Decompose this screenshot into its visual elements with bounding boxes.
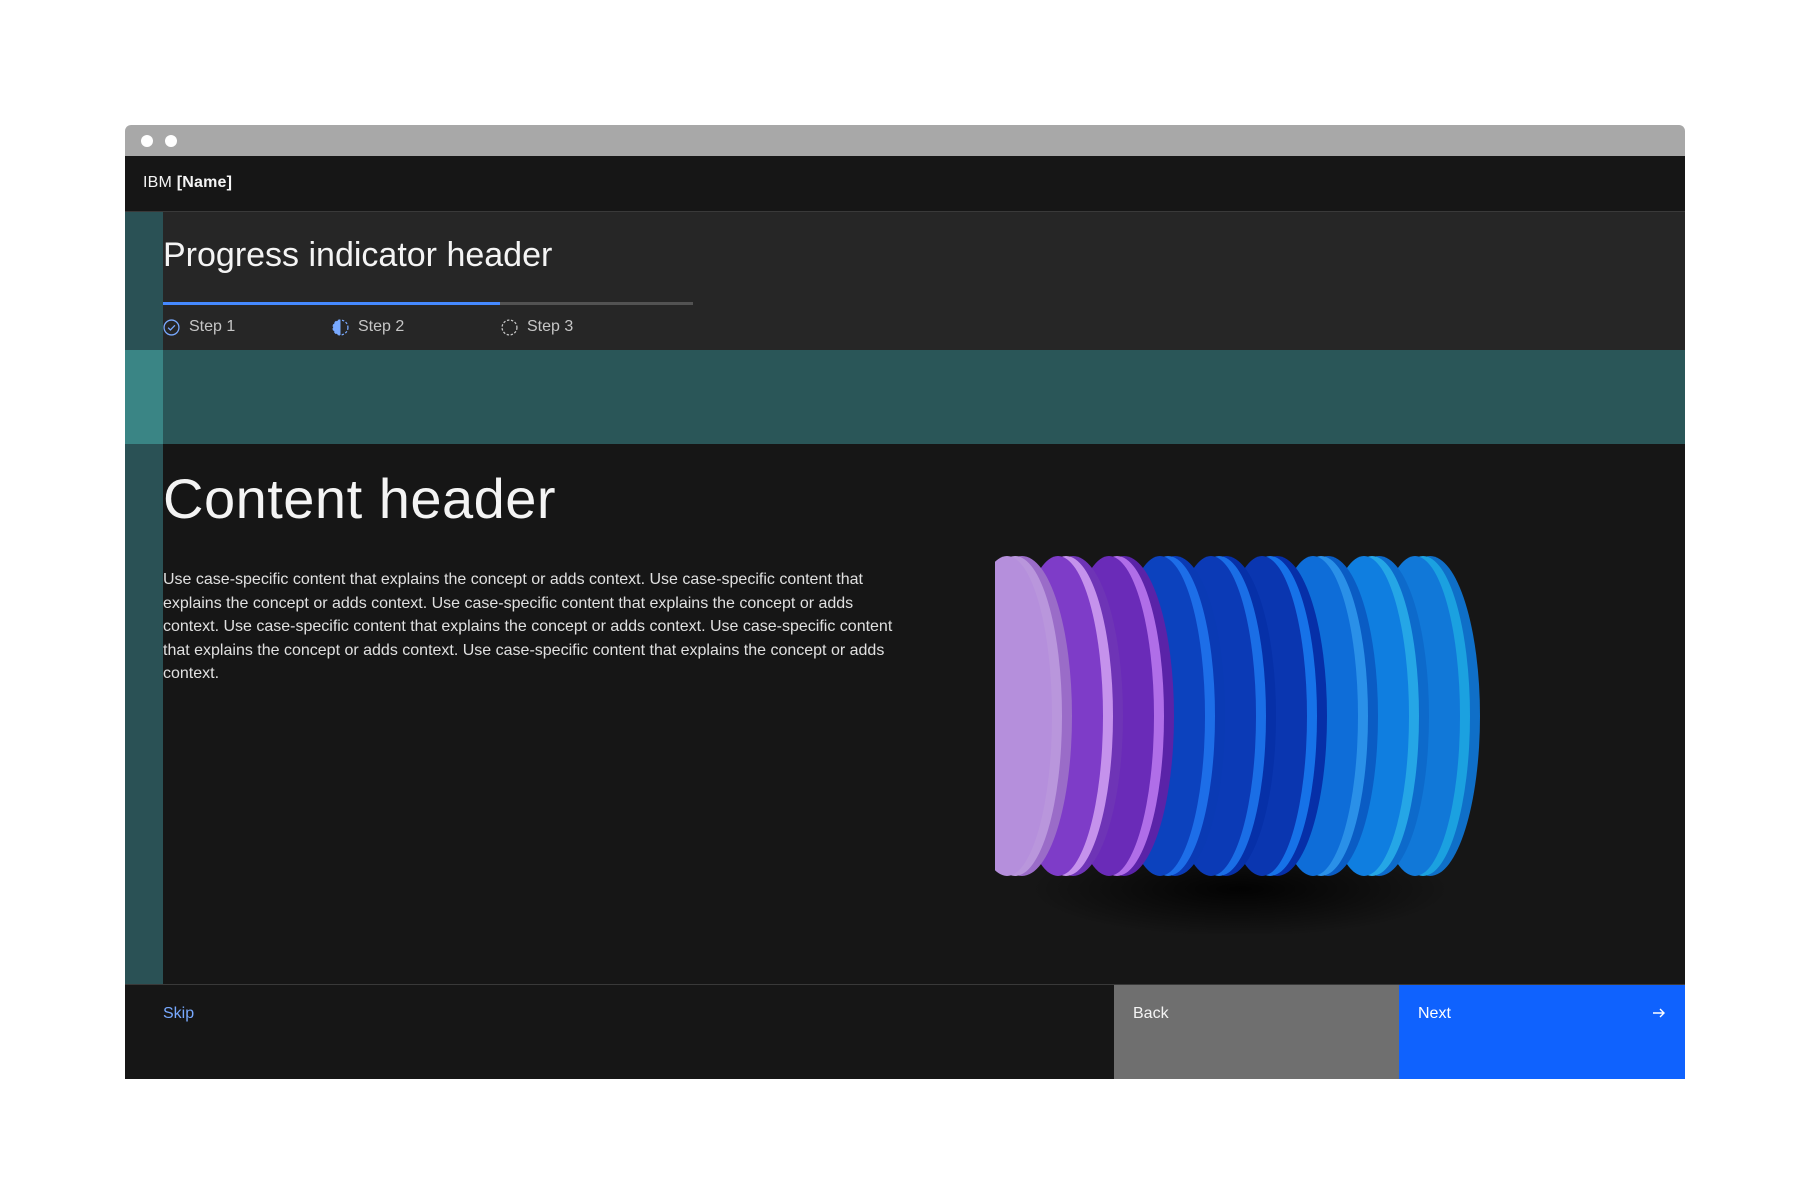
checkmark-outline-icon <box>163 318 180 336</box>
step-1[interactable]: Step 1 <box>163 316 235 338</box>
next-button[interactable]: Next <box>1399 985 1685 1079</box>
back-button[interactable]: Back <box>1114 985 1399 1079</box>
brand-logo[interactable]: IBM [Name] <box>143 174 232 192</box>
circle-dash-icon <box>501 318 518 336</box>
progress-fill <box>163 302 501 305</box>
progress-title: Progress indicator header <box>163 236 553 274</box>
content-title: Content header <box>163 467 557 530</box>
side-rail-top <box>125 212 163 350</box>
next-button-label: Next <box>1418 1005 1451 1022</box>
skip-link[interactable]: Skip <box>163 1005 194 1023</box>
side-rail-highlight <box>125 350 163 444</box>
side-rail-bottom <box>125 444 163 984</box>
footer-actions: Skip Back Next <box>125 984 1685 1079</box>
incomplete-half-icon <box>332 318 349 336</box>
app-header: IBM [Name] <box>125 156 1685 212</box>
content-body: Use case-specific content that explains … <box>163 571 893 683</box>
window-dot-2 <box>165 135 177 147</box>
app-window: IBM [Name] Progress indicator header Ste… <box>125 125 1685 1079</box>
window-titlebar <box>125 125 1685 156</box>
window-dot-1 <box>141 135 153 147</box>
step-3-label: Step 3 <box>527 318 574 335</box>
step-1-label: Step 1 <box>189 318 236 335</box>
step-2[interactable]: Step 2 <box>332 316 404 338</box>
back-button-label: Back <box>1133 1005 1169 1022</box>
disc-stack <box>995 556 1480 876</box>
step-2-label: Step 2 <box>358 318 405 335</box>
stacked-discs-illustration <box>995 556 1480 934</box>
teal-banner <box>125 350 1685 444</box>
progress-indicator-header: Progress indicator header Step 1 Step 2 … <box>125 212 1685 350</box>
progress-track <box>163 302 693 305</box>
brand-prefix: IBM <box>143 174 173 191</box>
step-3[interactable]: Step 3 <box>501 316 573 338</box>
brand-name: [Name] <box>176 174 233 191</box>
arrow-right-icon <box>1653 1008 1665 1018</box>
content-area: Content header Use case-specific content… <box>125 444 1685 984</box>
